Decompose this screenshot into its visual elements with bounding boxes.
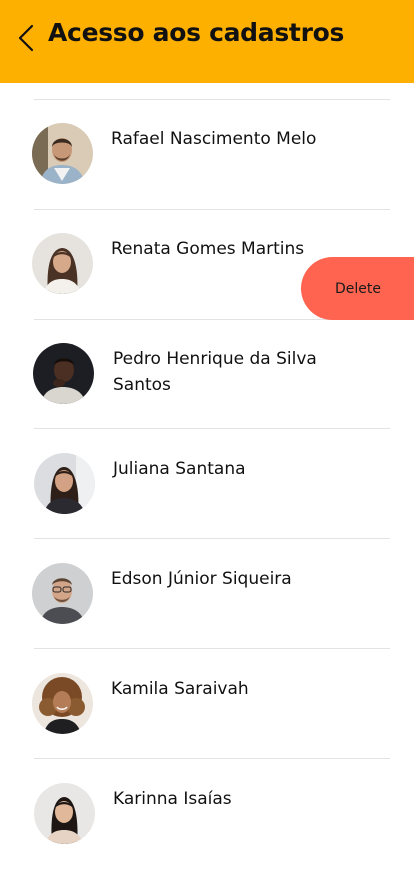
contact-list: Rafael Nascimento Melo Renata Gomes Mart…: [0, 83, 414, 896]
list-divider: [34, 538, 390, 539]
contact-name: Juliana Santana: [113, 459, 246, 479]
list-divider: [34, 758, 390, 759]
avatar: [32, 673, 93, 734]
list-item[interactable]: Rafael Nascimento Melo: [0, 109, 414, 218]
page-title: Acesso aos cadastros: [48, 18, 345, 47]
contact-name: Karinna Isaías: [113, 789, 232, 809]
avatar: [32, 563, 93, 624]
app-header: Acesso aos cadastros: [0, 0, 414, 83]
list-item[interactable]: Juliana Santana: [0, 439, 414, 548]
list-item[interactable]: Kamila Saraivah: [0, 659, 414, 768]
avatar: [34, 453, 95, 514]
list-item[interactable]: Edson Júnior Siqueira: [0, 549, 414, 658]
contact-name: Pedro Henrique da Silva Santos: [113, 349, 317, 395]
back-button[interactable]: [12, 22, 40, 54]
list-divider: [34, 99, 390, 100]
list-divider: [34, 648, 390, 649]
contact-name: Rafael Nascimento Melo: [111, 129, 317, 149]
avatar: [34, 783, 95, 844]
list-item[interactable]: Karinna Isaías: [0, 769, 414, 878]
delete-button[interactable]: Delete: [301, 257, 414, 320]
contact-name: Edson Júnior Siqueira: [111, 569, 292, 589]
contact-name: Kamila Saraivah: [111, 679, 249, 699]
list-divider: [34, 209, 390, 210]
avatar: [32, 123, 93, 184]
list-item[interactable]: Pedro Henrique da Silva Santos: [0, 329, 414, 438]
chevron-left-icon: [18, 24, 34, 52]
avatar: [33, 343, 94, 404]
avatar: [32, 233, 93, 294]
list-divider: [34, 428, 390, 429]
